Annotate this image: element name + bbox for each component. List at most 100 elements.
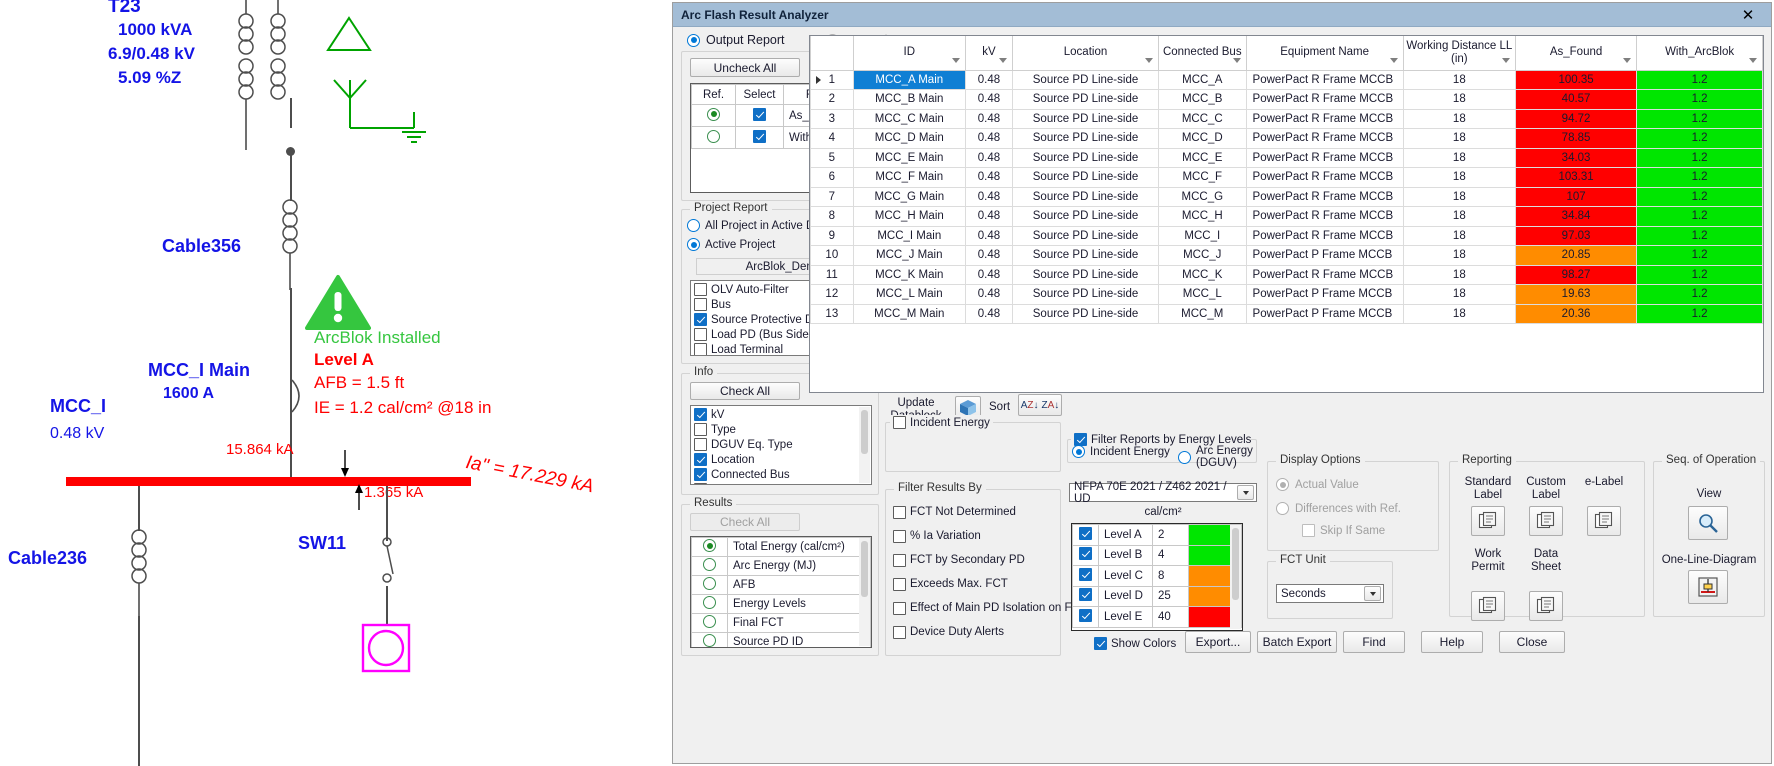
cell-equipment-name[interactable]: PowerPact R Frame MCCB xyxy=(1245,206,1404,227)
cell-equipment-name[interactable]: PowerPact R Frame MCCB xyxy=(1245,108,1404,129)
cell-id[interactable]: MCC_H Main xyxy=(852,206,966,227)
grid-col-header[interactable] xyxy=(810,36,854,71)
cell-id[interactable]: MCC_M Main xyxy=(852,303,966,324)
show-colors-box[interactable] xyxy=(1094,637,1107,650)
skip-if-same-checkbox[interactable]: Skip If Same xyxy=(1302,524,1385,537)
incident-energy-radio[interactable]: Incident Energy xyxy=(1072,445,1170,458)
energy-level-checkbox[interactable] xyxy=(1072,585,1099,607)
cell-connected-bus[interactable]: MCC_G xyxy=(1157,186,1247,207)
row-number[interactable]: 12 xyxy=(810,284,854,305)
energy-level-row[interactable]: Level B4 xyxy=(1072,544,1242,566)
cell-kv[interactable]: 0.48 xyxy=(964,206,1014,227)
filter-results-item[interactable]: % Ia Variation xyxy=(890,524,1056,548)
info-scrollbar[interactable] xyxy=(859,407,870,483)
arc-energy-radio[interactable]: Arc Energy (DGUV) xyxy=(1178,445,1256,469)
cell-working-distance[interactable]: 18 xyxy=(1402,167,1516,188)
cell-location[interactable]: Source PD Line-side xyxy=(1012,303,1159,324)
all-projects-radio-dot[interactable] xyxy=(687,219,700,232)
cell-equipment-name[interactable]: PowerPact P Frame MCCB xyxy=(1245,284,1404,305)
results-scrollbar[interactable] xyxy=(859,538,870,646)
filter-results-item[interactable]: FCT Not Determined xyxy=(890,500,1056,524)
cell-connected-bus[interactable]: MCC_J xyxy=(1157,245,1247,266)
cell-working-distance[interactable]: 18 xyxy=(1402,245,1516,266)
results-item[interactable]: Total Energy (cal/cm²) xyxy=(691,537,871,557)
energy-levels-scrollbar[interactable] xyxy=(1230,525,1241,629)
energy-level-value[interactable]: 40 xyxy=(1152,606,1189,628)
cell-id[interactable]: MCC_G Main xyxy=(852,186,966,207)
cell-with-arcblok[interactable]: 1.2 xyxy=(1636,245,1763,266)
row-number[interactable]: 8 xyxy=(810,206,854,227)
energy-level-checkbox[interactable] xyxy=(1072,544,1099,566)
energy-level-checkbox[interactable] xyxy=(1072,524,1099,546)
table-row[interactable]: 4 MCC_D Main 0.48 Source PD Line-side MCC_D P… xyxy=(810,128,1763,149)
cell-working-distance[interactable]: 18 xyxy=(1402,108,1516,129)
info-item[interactable]: Type xyxy=(691,422,871,437)
cell-with-arcblok[interactable]: 1.2 xyxy=(1636,206,1763,227)
skip-if-same-box[interactable] xyxy=(1302,524,1315,537)
energy-level-row[interactable]: Level A2 xyxy=(1072,524,1242,546)
cell-id[interactable]: MCC_J Main xyxy=(852,245,966,266)
energy-level-row[interactable]: Level D 25 xyxy=(1072,585,1242,607)
energy-level-checkbox[interactable] xyxy=(1072,606,1099,628)
table-row[interactable]: 12 MCC_L Main 0.48 Source PD Line-side MCC_L… xyxy=(810,284,1763,305)
cell-id[interactable]: MCC_F Main xyxy=(852,167,966,188)
results-check-all-button[interactable]: Check All xyxy=(690,513,800,531)
cell-location[interactable]: Source PD Line-side xyxy=(1012,167,1159,188)
cell-as-found[interactable]: 103.31 xyxy=(1514,167,1638,188)
reporting-item[interactable]: Custom Label xyxy=(1518,476,1574,536)
report-label-icon[interactable] xyxy=(1587,506,1621,536)
cell-equipment-name[interactable]: PowerPact R Frame MCCB xyxy=(1245,128,1404,149)
standard-select[interactable]: NFPA 70E 2021 / Z462 2021 / UD xyxy=(1069,481,1257,505)
cell-as-found[interactable]: 98.27 xyxy=(1514,264,1638,285)
cell-working-distance[interactable]: 18 xyxy=(1402,128,1516,149)
cell-location[interactable]: Source PD Line-side xyxy=(1012,264,1159,285)
cell-equipment-name[interactable]: PowerPact R Frame MCCB xyxy=(1245,225,1404,246)
differences-radio[interactable]: Differences with Ref. xyxy=(1276,502,1401,515)
column-filter-icon[interactable] xyxy=(1749,57,1758,65)
cell-working-distance[interactable]: 18 xyxy=(1402,284,1516,305)
sort-ascending-icon[interactable]: AZ↓ xyxy=(1021,400,1039,411)
cell-location[interactable]: Source PD Line-side xyxy=(1012,108,1159,129)
grid-col-header[interactable]: Working Distance LL (in) xyxy=(1402,36,1516,71)
close-icon[interactable]: ✕ xyxy=(1727,4,1769,26)
energy-level-value[interactable]: 25 xyxy=(1152,585,1189,607)
cell-with-arcblok[interactable]: 1.2 xyxy=(1636,303,1763,324)
cell-location[interactable]: Source PD Line-side xyxy=(1012,245,1159,266)
reporting-item[interactable]: e-Label xyxy=(1576,476,1632,536)
one-line-diagram-canvas[interactable]: T23 1000 kVA 6.9/0.48 kV 5.09 %Z Cable35… xyxy=(0,0,672,766)
cell-equipment-name[interactable]: PowerPact R Frame MCCB xyxy=(1245,69,1404,90)
cell-kv[interactable]: 0.48 xyxy=(964,284,1014,305)
differences-radio-dot[interactable] xyxy=(1276,502,1289,515)
cell-with-arcblok[interactable]: 1.2 xyxy=(1636,108,1763,129)
energy-level-row[interactable]: Level C8 xyxy=(1072,565,1242,587)
cell-working-distance[interactable]: 18 xyxy=(1402,186,1516,207)
filter-results-item[interactable]: Effect of Main PD Isolation on FCT xyxy=(890,596,1087,620)
cell-connected-bus[interactable]: MCC_F xyxy=(1157,167,1247,188)
grid-col-header[interactable]: Connected Bus xyxy=(1157,36,1247,71)
report-ref-radio[interactable] xyxy=(691,126,736,149)
report-label-icon[interactable] xyxy=(1529,506,1563,536)
cell-with-arcblok[interactable]: 1.2 xyxy=(1636,186,1763,207)
output-report-radio-dot[interactable] xyxy=(687,33,700,47)
table-row[interactable]: 13 MCC_M Main 0.48 Source PD Line-side MCC_M… xyxy=(810,303,1763,324)
cell-id[interactable]: MCC_B Main xyxy=(852,89,966,110)
cell-as-found[interactable]: 97.03 xyxy=(1514,225,1638,246)
actual-value-radio[interactable]: Actual Value xyxy=(1276,478,1359,491)
cell-equipment-name[interactable]: PowerPact R Frame MCCB xyxy=(1245,147,1404,168)
table-row[interactable]: 6 MCC_F Main 0.48 Source PD Line-side MCC_F P… xyxy=(810,167,1763,188)
cell-connected-bus[interactable]: MCC_E xyxy=(1157,147,1247,168)
sort-descending-icon[interactable]: ZA↓ xyxy=(1042,400,1060,411)
grid-col-header[interactable]: Location xyxy=(1012,36,1159,71)
cell-id[interactable]: MCC_D Main xyxy=(852,128,966,149)
fct-unit-chevron-down-icon[interactable] xyxy=(1364,586,1381,601)
cell-as-found[interactable]: 78.85 xyxy=(1514,128,1638,149)
incident-energy-radio-dot[interactable] xyxy=(1072,445,1085,458)
cell-location[interactable]: Source PD Line-side xyxy=(1012,225,1159,246)
grid-col-header[interactable]: kV xyxy=(964,36,1014,71)
reporting-item[interactable]: Standard Label xyxy=(1460,476,1516,536)
cell-with-arcblok[interactable]: 1.2 xyxy=(1636,147,1763,168)
row-number[interactable]: 2 xyxy=(810,89,854,110)
column-filter-icon[interactable] xyxy=(951,57,961,65)
column-filter-icon[interactable] xyxy=(1144,57,1154,65)
cell-equipment-name[interactable]: PowerPact R Frame MCCB xyxy=(1245,264,1404,285)
